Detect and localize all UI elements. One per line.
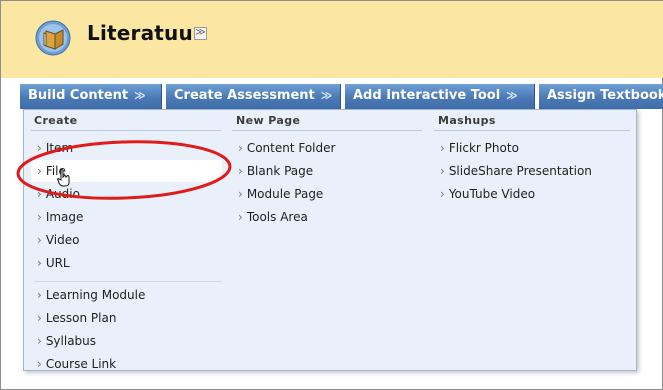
menu-item-image[interactable]: › Image <box>31 206 83 228</box>
menu-item-module-page[interactable]: › Module Page <box>232 183 323 205</box>
chevron-down-icon: ≫ <box>320 89 333 102</box>
chevron-right-icon: › <box>238 141 243 155</box>
assign-textbook-button[interactable]: Assign Textbook <box>539 84 663 109</box>
content-toolbar: Build Content ≫ Create Assessment ≫ Add In… <box>20 84 663 109</box>
chevron-down-icon: ≫ <box>506 89 518 102</box>
menu-item-label: Course Link <box>45 357 117 371</box>
chevron-right-icon: › <box>440 187 445 201</box>
create-group-divider <box>34 281 222 282</box>
chevron-right-icon: › <box>440 164 445 178</box>
chevron-right-icon: › <box>238 187 243 201</box>
new-page-column-header: New Page <box>236 114 301 127</box>
menu-item-lesson-plan[interactable]: › Lesson Plan <box>31 307 116 329</box>
chevron-right-icon: › <box>37 334 42 348</box>
mashups-column-header: Mashups <box>438 114 496 127</box>
menu-item-label: File <box>45 164 66 178</box>
create-column-header: Create <box>34 114 78 127</box>
menu-item-label: Video <box>45 233 80 247</box>
chevron-right-icon: › <box>37 210 42 224</box>
menu-item-audio[interactable]: › Audio <box>31 183 80 205</box>
chevron-right-icon: › <box>37 311 42 325</box>
build-content-button[interactable]: Build Content ≫ <box>20 84 162 109</box>
menu-item-label: Tools Area <box>246 210 308 224</box>
chevron-right-icon: › <box>37 357 42 371</box>
chevron-right-icon: › <box>440 141 445 155</box>
title-menu-chevron-down-icon[interactable]: ≫ <box>194 27 207 40</box>
chevron-right-icon: › <box>37 288 42 302</box>
course-book-icon <box>35 20 71 56</box>
build-content-menu: Create New Page Mashups › Item › File › Aud… <box>23 109 637 371</box>
menu-item-label: Flickr Photo <box>448 141 519 155</box>
menu-item-syllabus[interactable]: › Syllabus <box>31 330 96 352</box>
assign-textbook-label: Assign Textbook <box>547 88 663 103</box>
blackboard-course-screen: Literatuur ≫ Build Content ≫ Create Asses… <box>0 0 663 390</box>
menu-item-label: Content Folder <box>246 141 336 155</box>
menu-item-file[interactable]: › File <box>31 160 222 182</box>
menu-item-learning-module[interactable]: › Learning Module <box>31 284 145 306</box>
menu-item-label: Item <box>45 141 74 155</box>
create-assessment-button[interactable]: Create Assessment ≫ <box>166 84 341 109</box>
create-column-divider <box>31 130 221 131</box>
menu-item-label: YouTube Video <box>448 187 536 201</box>
mashups-column-divider <box>434 130 630 131</box>
menu-item-url[interactable]: › URL <box>31 252 70 274</box>
chevron-right-icon: › <box>37 256 42 270</box>
new-page-column-divider <box>232 130 422 131</box>
menu-item-label: Lesson Plan <box>45 311 117 325</box>
chevron-right-icon: › <box>37 187 42 201</box>
chevron-right-icon: › <box>37 164 42 178</box>
add-interactive-tool-button[interactable]: Add Interactive Tool ≫ <box>345 84 535 109</box>
add-interactive-tool-label: Add Interactive Tool <box>353 88 501 103</box>
page-title: Literatuur <box>87 21 203 45</box>
menu-item-label: URL <box>45 256 70 270</box>
menu-item-label: Audio <box>45 187 80 201</box>
menu-item-flickr-photo[interactable]: › Flickr Photo <box>434 137 519 159</box>
menu-item-course-link[interactable]: › Course Link <box>31 353 116 375</box>
chevron-right-icon: › <box>238 210 243 224</box>
chevron-right-icon: › <box>37 141 42 155</box>
chevron-down-icon: ≫ <box>134 89 146 102</box>
menu-item-label: Syllabus <box>45 334 97 348</box>
menu-item-label: SlideShare Presentation <box>448 164 592 178</box>
build-content-label: Build Content <box>28 88 129 103</box>
menu-item-youtube-video[interactable]: › YouTube Video <box>434 183 535 205</box>
menu-item-label: Blank Page <box>246 164 314 178</box>
menu-item-tools-area[interactable]: › Tools Area <box>232 206 308 228</box>
menu-item-blank-page[interactable]: › Blank Page <box>232 160 313 182</box>
menu-item-item[interactable]: › Item <box>31 137 73 159</box>
menu-item-label: Module Page <box>246 187 324 201</box>
menu-item-label: Learning Module <box>45 288 146 302</box>
menu-item-label: Image <box>45 210 84 224</box>
chevron-right-icon: › <box>238 164 243 178</box>
create-assessment-label: Create Assessment <box>174 88 315 103</box>
menu-item-video[interactable]: › Video <box>31 229 79 251</box>
menu-item-slideshare-presentation[interactable]: › SlideShare Presentation <box>434 160 592 182</box>
chevron-right-icon: › <box>37 233 42 247</box>
menu-item-content-folder[interactable]: › Content Folder <box>232 137 335 159</box>
